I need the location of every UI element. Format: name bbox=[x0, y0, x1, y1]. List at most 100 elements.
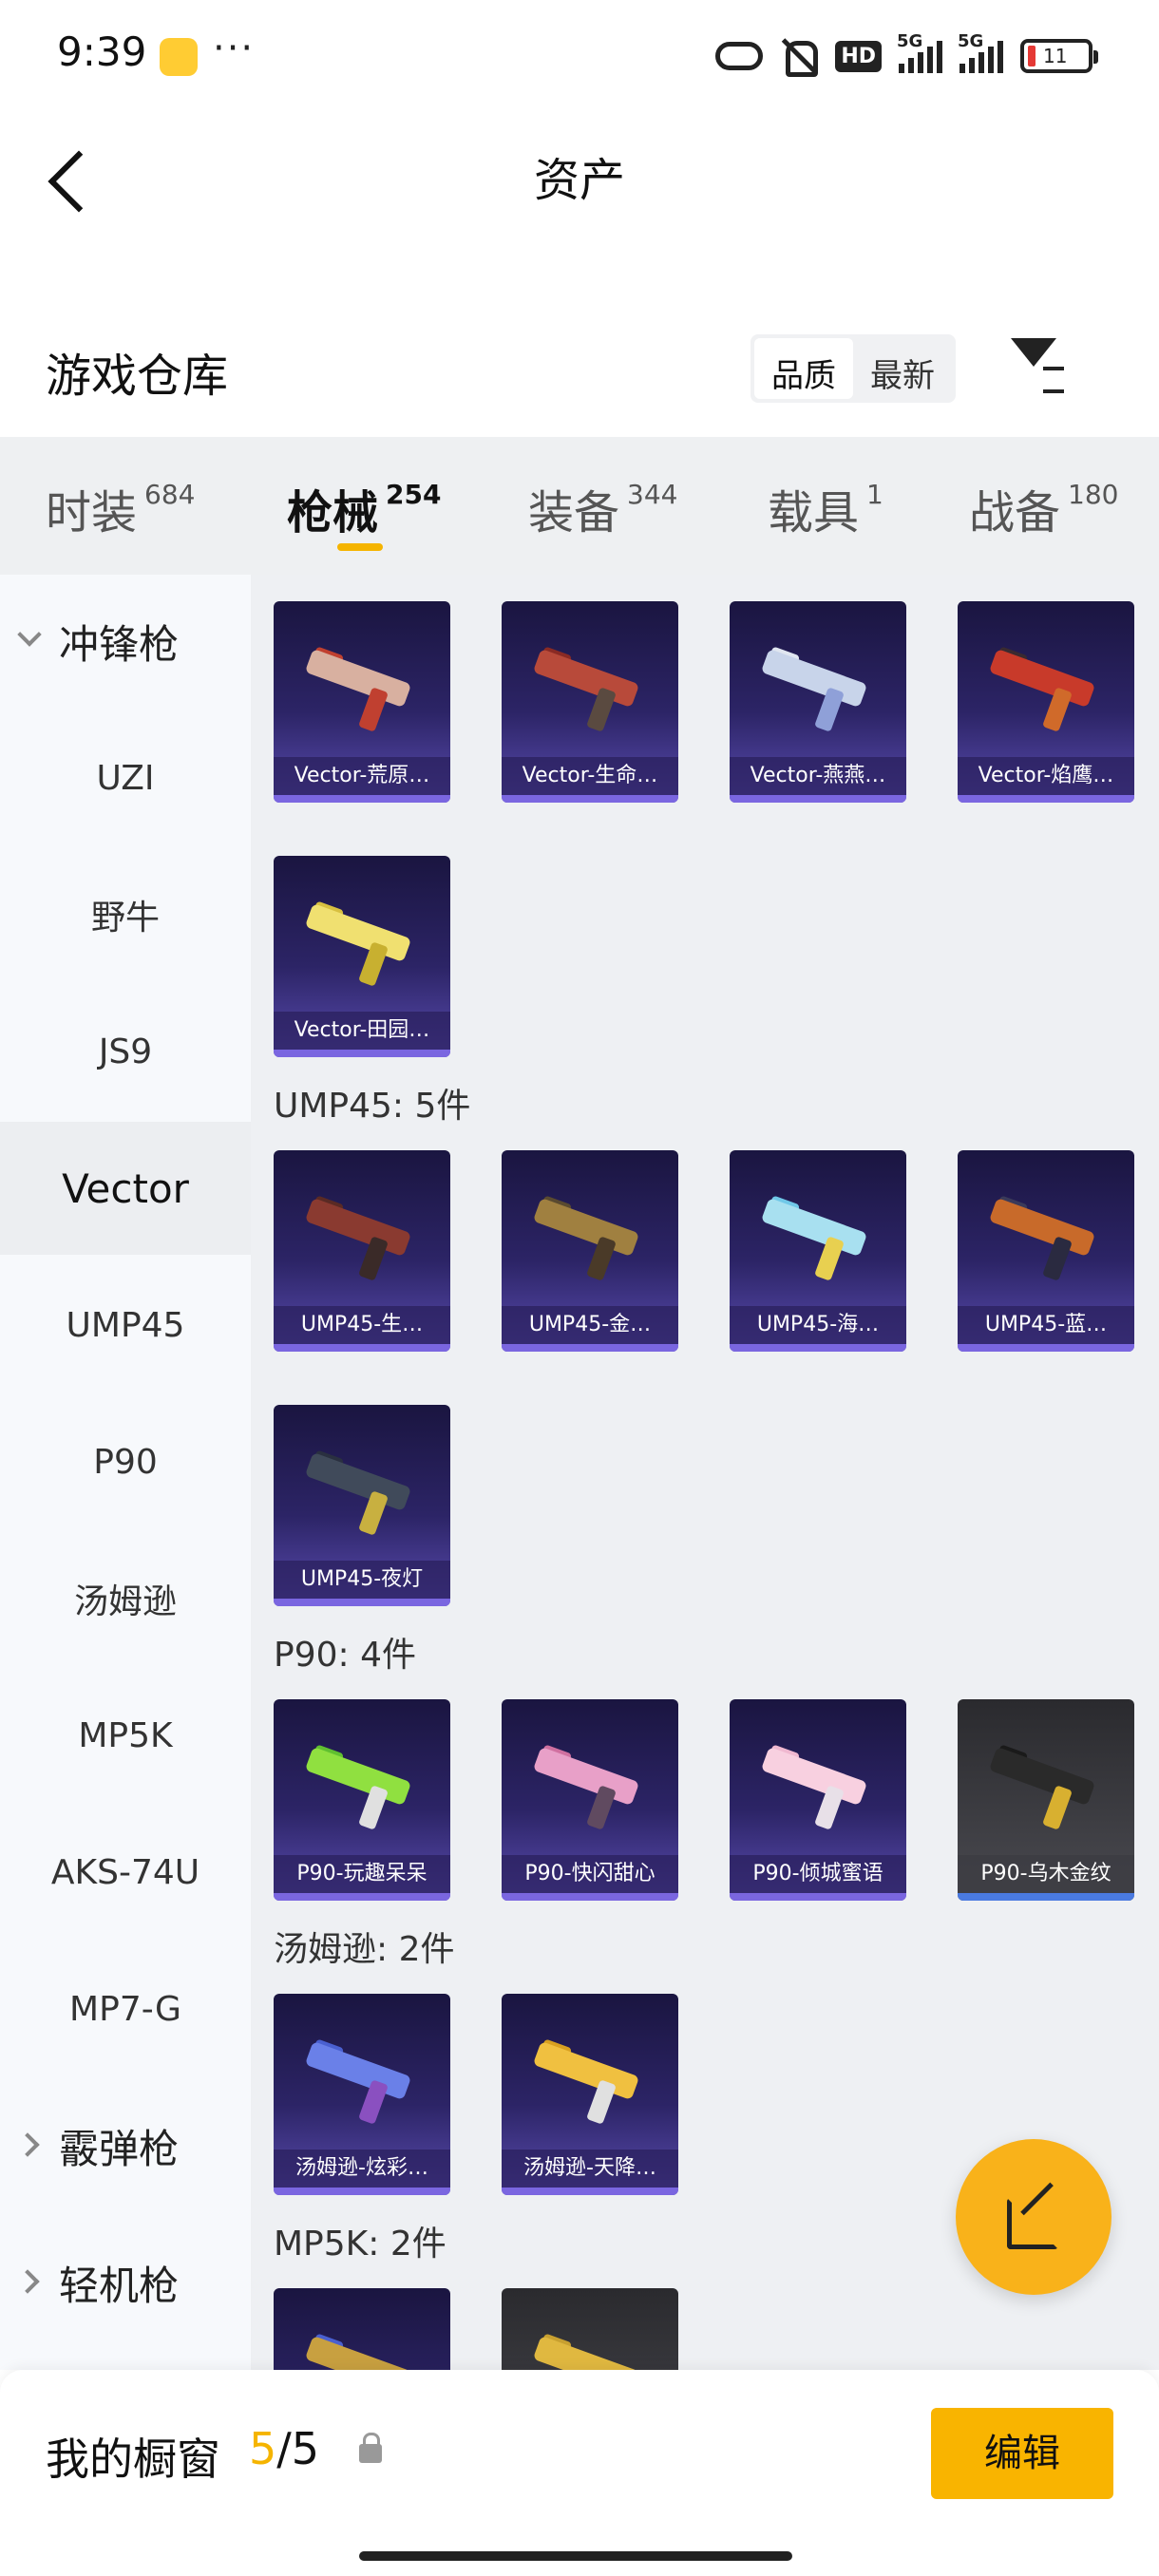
item-card[interactable]: P90-乌木金纹 bbox=[958, 1699, 1134, 1901]
weapon-skin-image bbox=[988, 1739, 1102, 1834]
section-title-ump45: UMP45: 5件 bbox=[274, 1087, 471, 1126]
weapon-skin-image bbox=[304, 1445, 418, 1540]
app-notification-icon bbox=[160, 38, 198, 76]
home-indicator[interactable] bbox=[359, 2551, 792, 2561]
tab-vehicles[interactable]: 载具 1 bbox=[768, 475, 884, 541]
category-tabs: 时装 684 枪械 254 装备 344 载具 1 战备 180 bbox=[0, 437, 1159, 575]
link-icon bbox=[715, 42, 764, 70]
sidebar: 冲锋枪 UZI 野牛 JS9 Vector UMP45 P90 汤姆逊 MP5K… bbox=[0, 575, 251, 2370]
item-card[interactable]: 汤姆逊-天降… bbox=[502, 1994, 678, 2195]
sidebar-item-thompson[interactable]: 汤姆逊 bbox=[0, 1532, 251, 1665]
item-card[interactable]: P90-倾城蜜语 bbox=[730, 1699, 906, 1901]
item-card[interactable]: Vector-田园… bbox=[274, 856, 450, 1057]
sort-quality-button[interactable]: 品质 bbox=[754, 338, 853, 399]
tab-label: 枪械 bbox=[287, 486, 379, 540]
item-name: UMP45-生… bbox=[274, 1306, 450, 1344]
item-name: Vector-生命… bbox=[502, 757, 678, 795]
item-card[interactable]: Vector-荒原… bbox=[274, 601, 450, 803]
chevron-right-icon bbox=[15, 2269, 40, 2294]
tab-label: 时装 bbox=[46, 486, 138, 540]
showcase-bar: 我的橱窗 5/5 编辑 bbox=[0, 2370, 1159, 2576]
tab-label: 战备 bbox=[969, 486, 1061, 540]
weapon-skin-image bbox=[304, 1739, 418, 1834]
item-grid: Vector-荒原… Vector-生命… Vector-燕燕… Vector-… bbox=[251, 575, 1159, 2370]
tab-count: 344 bbox=[627, 479, 678, 510]
item-card[interactable]: 汤姆逊-炫彩… bbox=[274, 1994, 450, 2195]
lock-icon bbox=[359, 2433, 382, 2463]
item-card[interactable]: UMP45-夜灯 bbox=[274, 1405, 450, 1606]
weapon-skin-image bbox=[760, 1739, 874, 1834]
showcase-label: 我的橱窗 bbox=[46, 2434, 220, 2485]
weapon-skin-image bbox=[304, 2328, 418, 2370]
sidebar-item-js9[interactable]: JS9 bbox=[0, 985, 251, 1118]
tab-equipment[interactable]: 装备 344 bbox=[528, 475, 677, 541]
item-card[interactable]: Vector-生命… bbox=[502, 601, 678, 803]
item-name: Vector-田园… bbox=[274, 1012, 450, 1050]
sidebar-item-uzi[interactable]: UZI bbox=[0, 711, 251, 844]
item-card[interactable]: Vector-燕燕… bbox=[730, 601, 906, 803]
item-card[interactable]: Vector-焰鹰… bbox=[958, 601, 1134, 803]
page-title: 资产 bbox=[533, 154, 625, 207]
tab-label: 装备 bbox=[528, 486, 620, 540]
filter-icon[interactable] bbox=[1011, 338, 1068, 395]
tab-count: 1 bbox=[866, 479, 884, 510]
tab-count: 180 bbox=[1068, 479, 1119, 510]
sidebar-item-p90[interactable]: P90 bbox=[0, 1395, 251, 1528]
weapon-skin-image bbox=[532, 1739, 646, 1834]
item-name: UMP45-夜灯 bbox=[274, 1561, 450, 1599]
item-card[interactable]: UMP45-金… bbox=[502, 1150, 678, 1352]
item-name: P90-快闪甜心 bbox=[502, 1855, 678, 1893]
tab-supplies[interactable]: 战备 180 bbox=[969, 475, 1118, 541]
weapon-skin-image bbox=[532, 641, 646, 736]
item-card[interactable]: P90-快闪甜心 bbox=[502, 1699, 678, 1901]
chevron-right-icon bbox=[15, 2132, 40, 2157]
tab-fashion[interactable]: 时装 684 bbox=[46, 475, 195, 541]
item-card[interactable]: P90-玩趣呆呆 bbox=[274, 1699, 450, 1901]
sidebar-item-mp7g[interactable]: MP7-G bbox=[0, 1942, 251, 2075]
tab-firearms[interactable]: 枪械 254 bbox=[287, 475, 441, 541]
item-name: UMP45-海… bbox=[730, 1306, 906, 1344]
weapon-skin-image bbox=[304, 641, 418, 736]
item-card[interactable] bbox=[274, 2288, 450, 2370]
sort-newest-button[interactable]: 最新 bbox=[853, 338, 952, 399]
status-time: 9:39 bbox=[57, 28, 147, 75]
edit-button[interactable]: 编辑 bbox=[931, 2408, 1113, 2499]
sidebar-group-smg[interactable]: 冲锋枪 bbox=[0, 575, 251, 708]
sidebar-group-lmg[interactable]: 轻机枪 bbox=[0, 2216, 251, 2349]
share-button[interactable] bbox=[956, 2139, 1112, 2295]
sidebar-item-bizon[interactable]: 野牛 bbox=[0, 848, 251, 981]
more-notifications-icon: ··· bbox=[213, 27, 256, 70]
item-card[interactable]: UMP45-生… bbox=[274, 1150, 450, 1352]
sidebar-group-label: 冲锋枪 bbox=[59, 620, 180, 668]
item-name: Vector-焰鹰… bbox=[958, 757, 1134, 795]
signal-icon: 5G bbox=[897, 31, 942, 73]
item-card[interactable] bbox=[502, 2288, 678, 2370]
sidebar-item-aks74u[interactable]: AKS-74U bbox=[0, 1806, 251, 1939]
sort-toggle: 品质 最新 bbox=[750, 334, 956, 403]
item-name: UMP45-金… bbox=[502, 1306, 678, 1344]
sidebar-group-label: 霰弹枪 bbox=[59, 2125, 180, 2172]
tab-count: 254 bbox=[386, 479, 442, 510]
weapon-skin-image bbox=[760, 641, 874, 736]
sidebar-group-shotgun[interactable]: 霰弹枪 bbox=[0, 2079, 251, 2212]
item-card[interactable]: UMP45-海… bbox=[730, 1150, 906, 1352]
sidebar-item-mp5k[interactable]: MP5K bbox=[0, 1669, 251, 1802]
weapon-skin-image bbox=[988, 641, 1102, 736]
back-button[interactable] bbox=[38, 142, 95, 218]
weapon-skin-image bbox=[532, 2034, 646, 2129]
weapon-skin-image bbox=[988, 1190, 1102, 1285]
item-name: Vector-燕燕… bbox=[730, 757, 906, 795]
item-card[interactable]: UMP45-蓝… bbox=[958, 1150, 1134, 1352]
section-title-mp5k: MP5K: 2件 bbox=[274, 2225, 446, 2263]
tab-label: 载具 bbox=[768, 486, 860, 540]
warehouse-title: 游戏仓库 bbox=[46, 350, 229, 403]
sidebar-item-ump45[interactable]: UMP45 bbox=[0, 1259, 251, 1392]
weapon-skin-image bbox=[760, 1190, 874, 1285]
share-icon bbox=[1007, 2190, 1060, 2249]
section-title-thompson: 汤姆逊: 2件 bbox=[274, 1930, 455, 1969]
item-name: UMP45-蓝… bbox=[958, 1306, 1134, 1344]
status-bar: 9:39 ··· HD 5G 5G 11 bbox=[0, 0, 1159, 114]
signal-icon-2: 5G bbox=[958, 31, 1003, 73]
sidebar-item-vector[interactable]: Vector bbox=[0, 1122, 251, 1255]
item-name: 汤姆逊-炫彩… bbox=[274, 2150, 450, 2188]
